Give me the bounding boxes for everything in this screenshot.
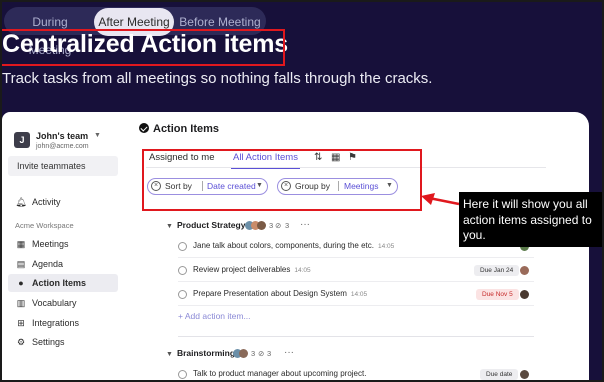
row-divider bbox=[178, 305, 534, 306]
document-icon: ▤ bbox=[16, 259, 26, 269]
check-circle-icon bbox=[139, 123, 149, 133]
task-checkbox[interactable] bbox=[178, 242, 187, 251]
add-action-item-button[interactable]: + Add action item... bbox=[178, 311, 251, 321]
sidebar-item-label: Agenda bbox=[32, 259, 64, 269]
team-name: John's team bbox=[36, 131, 89, 141]
sidebar-item-label: Action Items bbox=[32, 278, 87, 288]
slide-frame: During Meeting After Meeting Before Meet… bbox=[0, 0, 604, 382]
group-count: 3 bbox=[267, 349, 272, 358]
team-avatar: J bbox=[14, 132, 30, 148]
task-text: Prepare Presentation about Design System bbox=[193, 289, 347, 298]
task-checkbox[interactable] bbox=[178, 266, 187, 275]
avatar bbox=[239, 349, 248, 358]
puzzle-icon: ⊞ bbox=[17, 318, 25, 328]
avatar bbox=[520, 290, 529, 299]
sidebar-item-settings[interactable]: ⚙︎ Settings bbox=[8, 333, 118, 351]
sidebar-item-vocabulary[interactable]: ▥ Vocabulary bbox=[8, 294, 118, 312]
group-header-brainstorming[interactable]: ▼ Brainstorming bbox=[166, 348, 235, 358]
sidebar-item-agenda[interactable]: ▤ Agenda bbox=[8, 255, 118, 273]
task-time: 14:05 bbox=[378, 243, 395, 250]
collapse-triangle-icon: ▼ bbox=[166, 351, 173, 358]
invite-teammates-button[interactable]: Invite teammates bbox=[8, 156, 118, 176]
task-text: Talk to product manager about upcoming p… bbox=[193, 369, 367, 378]
filters-highlight-box bbox=[142, 149, 422, 211]
more-icon[interactable]: ··· bbox=[300, 219, 310, 230]
sidebar-item-activity[interactable]: 🔔︎ Activity bbox=[8, 193, 118, 211]
due-date-badge[interactable]: Due Jan 24 bbox=[474, 265, 520, 276]
task-text: Jane talk about colors, components, duri… bbox=[193, 241, 374, 250]
sidebar-item-integrations[interactable]: ⊞ Integrations bbox=[8, 314, 118, 332]
avatar bbox=[520, 266, 529, 275]
due-date-badge[interactable]: Due Nov 5 bbox=[476, 289, 519, 300]
more-icon[interactable]: ··· bbox=[284, 347, 294, 358]
gear-icon: ⚙︎ bbox=[16, 337, 26, 347]
row-divider bbox=[178, 281, 534, 282]
task-time: 14:05 bbox=[350, 291, 368, 298]
group-count: 3 bbox=[251, 349, 256, 358]
chevron-down-icon: ▼ bbox=[94, 132, 101, 139]
check-circle-icon: ⊘ bbox=[275, 221, 282, 230]
avatar bbox=[257, 221, 266, 230]
task-time: 14:05 bbox=[294, 267, 311, 274]
sidebar-item-label: Activity bbox=[32, 197, 61, 207]
calendar-icon: ▦ bbox=[16, 239, 26, 249]
workspace-section-label: Acme Workspace bbox=[15, 221, 74, 230]
add-action-item-label: Add action item... bbox=[184, 311, 251, 321]
task-text: Review project deliverables bbox=[193, 265, 291, 274]
avatar bbox=[520, 370, 529, 379]
sidebar-item-label: Meetings bbox=[32, 239, 69, 249]
team-switcher[interactable]: J John's team ▼ john@acme.com bbox=[8, 126, 118, 156]
group-count: 3 bbox=[269, 221, 274, 230]
due-date-badge[interactable]: Due date bbox=[480, 369, 519, 380]
callout-arrow-icon bbox=[421, 193, 460, 206]
bell-icon: 🔔︎ bbox=[15, 197, 27, 207]
callout-note: Here it will show you all action items a… bbox=[459, 192, 602, 247]
sidebar-item-action-items[interactable]: ● Action Items bbox=[8, 274, 118, 292]
group-header-product-strategy[interactable]: ▼ Product Strategy bbox=[166, 220, 245, 230]
plus-icon: + bbox=[178, 311, 185, 321]
team-email: john@acme.com bbox=[36, 143, 89, 150]
sidebar-item-label: Vocabulary bbox=[32, 298, 77, 308]
check-circle-icon: ⊘ bbox=[258, 349, 265, 358]
sidebar-item-label: Integrations bbox=[32, 318, 80, 328]
subheadline: Track tasks from all meetings so nothing… bbox=[2, 70, 433, 87]
group-name: Brainstorming bbox=[176, 348, 236, 358]
page-title-text: Action Items bbox=[153, 123, 220, 135]
task-checkbox[interactable] bbox=[178, 290, 187, 299]
sidebar-item-label: Settings bbox=[32, 337, 65, 347]
headline-highlight-box bbox=[2, 29, 285, 66]
row-divider bbox=[178, 257, 534, 258]
collapse-triangle-icon: ▼ bbox=[166, 223, 173, 230]
book-icon: ▥ bbox=[16, 298, 26, 308]
group-count: 3 bbox=[285, 221, 290, 230]
group-name: Product Strategy bbox=[176, 220, 246, 230]
check-circle-icon: ● bbox=[18, 278, 24, 288]
page-title: Action Items bbox=[139, 123, 219, 135]
task-checkbox[interactable] bbox=[178, 370, 187, 379]
sidebar-item-meetings[interactable]: ▦ Meetings bbox=[8, 235, 118, 253]
group-divider bbox=[178, 336, 534, 337]
